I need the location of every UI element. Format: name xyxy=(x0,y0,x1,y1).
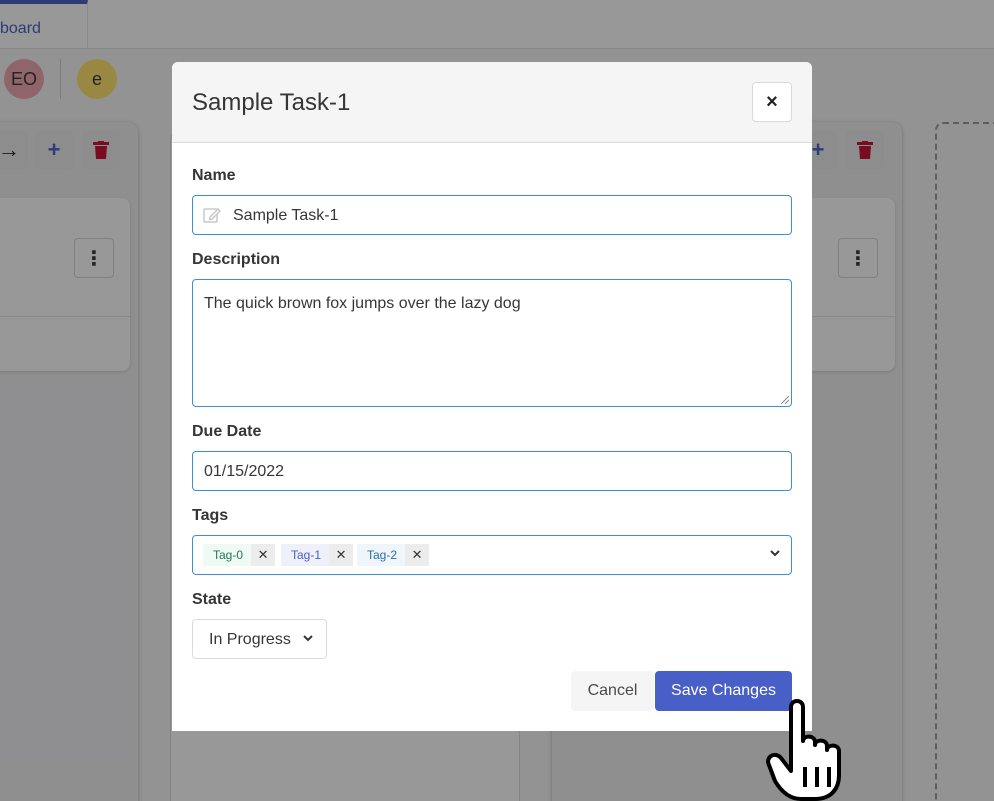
due-date-label: Due Date xyxy=(192,423,262,440)
close-button[interactable]: × xyxy=(752,82,792,122)
tag-remove-icon[interactable]: ✕ xyxy=(251,544,276,566)
tags-label: Tags xyxy=(192,507,229,524)
tag-chip: Tag-1 ✕ xyxy=(281,544,354,566)
edit-icon xyxy=(203,207,221,223)
state-value: In Progress xyxy=(209,631,291,648)
name-label: Name xyxy=(192,167,236,184)
modal-header: Sample Task-1 × xyxy=(172,62,812,143)
tag-remove-icon[interactable]: ✕ xyxy=(329,544,354,566)
tags-select[interactable]: Tag-0 ✕ Tag-1 ✕ Tag-2 ✕ xyxy=(192,535,792,575)
tag-remove-icon[interactable]: ✕ xyxy=(405,544,430,566)
tag-chip: Tag-0 ✕ xyxy=(203,544,276,566)
modal-title: Sample Task-1 xyxy=(192,89,351,116)
tag-label: Tag-1 xyxy=(281,544,330,566)
description-textarea[interactable]: The quick brown fox jumps over the lazy … xyxy=(192,279,792,407)
chevron-down-icon xyxy=(303,635,313,642)
name-input[interactable]: Sample Task-1 xyxy=(192,195,792,235)
chevron-down-icon[interactable] xyxy=(769,547,781,559)
tag-label: Tag-2 xyxy=(357,544,406,566)
tag-chip: Tag-2 ✕ xyxy=(357,544,430,566)
resize-handle-icon[interactable] xyxy=(781,396,789,404)
due-date-value: 01/15/2022 xyxy=(204,463,285,480)
cancel-button[interactable]: Cancel xyxy=(571,671,654,711)
due-date-input[interactable]: 01/15/2022 xyxy=(192,451,792,491)
hand-cursor-icon xyxy=(766,699,841,801)
close-icon: × xyxy=(766,90,778,113)
edit-task-modal: Sample Task-1 × Name Sample Task-1 Descr… xyxy=(172,62,812,731)
state-select[interactable]: In Progress xyxy=(192,619,327,659)
description-label: Description xyxy=(192,251,281,268)
tag-label: Tag-0 xyxy=(203,544,252,566)
state-label: State xyxy=(192,591,232,608)
name-value: Sample Task-1 xyxy=(233,207,339,224)
description-value: The quick brown fox jumps over the lazy … xyxy=(204,295,521,312)
